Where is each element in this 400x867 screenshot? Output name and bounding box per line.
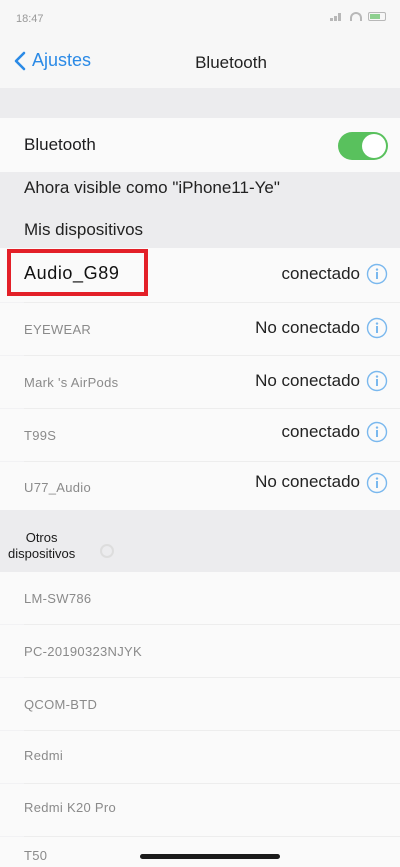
info-icon[interactable] bbox=[366, 317, 388, 339]
list-item[interactable]: PC-20190323NJYK bbox=[0, 625, 400, 677]
device-row[interactable]: Mark 's AirPods No conectado bbox=[0, 356, 400, 408]
wifi-icon bbox=[350, 12, 362, 21]
nav-bar: Ajustes Bluetooth bbox=[0, 38, 400, 88]
other-device-name: QCOM-BTD bbox=[24, 697, 98, 712]
device-status: conectado bbox=[281, 264, 360, 283]
section-gap bbox=[0, 88, 400, 118]
other-device-name: T50 bbox=[24, 848, 48, 863]
device-name: EYEWEAR bbox=[24, 322, 92, 337]
visibility-text: Ahora visible como "iPhone11-Ye" bbox=[24, 178, 280, 197]
device-name: Mark 's AirPods bbox=[24, 375, 119, 390]
spinner-icon bbox=[100, 544, 114, 558]
device-status: No conectado bbox=[255, 472, 360, 491]
bluetooth-label: Bluetooth bbox=[24, 135, 96, 154]
other-device-name: LM-SW786 bbox=[24, 591, 92, 606]
bluetooth-toggle-row: Bluetooth bbox=[0, 118, 400, 172]
other-device-name: Redmi K20 Pro bbox=[24, 800, 117, 815]
toggle-knob bbox=[362, 134, 386, 158]
info-icon[interactable] bbox=[366, 421, 388, 443]
list-item[interactable]: QCOM-BTD bbox=[0, 678, 400, 730]
list-item[interactable]: Redmi bbox=[0, 731, 400, 783]
other-devices-title: Otros dispositivos bbox=[8, 530, 75, 562]
my-devices-header: Mis dispositivos bbox=[0, 204, 400, 248]
device-status: No conectado bbox=[255, 371, 360, 390]
highlight-box bbox=[7, 249, 148, 296]
info-icon[interactable] bbox=[366, 370, 388, 392]
device-name: U77_Audio bbox=[24, 480, 92, 495]
list-item[interactable]: T50 bbox=[0, 837, 400, 867]
info-icon[interactable] bbox=[366, 472, 388, 494]
list-item[interactable]: Redmi K20 Pro bbox=[0, 784, 400, 836]
page-title: Bluetooth bbox=[195, 53, 267, 72]
status-icons bbox=[330, 12, 386, 21]
my-devices-title: Mis dispositivos bbox=[24, 220, 144, 239]
other-devices-header: Otros dispositivos bbox=[0, 510, 400, 572]
signal-icon bbox=[330, 12, 344, 21]
home-indicator[interactable] bbox=[140, 854, 280, 859]
info-icon[interactable] bbox=[366, 263, 388, 285]
device-row[interactable]: T99S conectado bbox=[0, 409, 400, 461]
other-device-name: Redmi bbox=[24, 748, 64, 763]
other-devices-title-line1: Otros bbox=[25, 530, 58, 545]
status-bar: 18:47 bbox=[0, 0, 400, 38]
device-name: T99S bbox=[24, 428, 57, 443]
list-item[interactable]: LM-SW786 bbox=[0, 572, 400, 624]
status-time: 18:47 bbox=[16, 13, 44, 25]
visibility-banner: Ahora visible como "iPhone11-Ye" bbox=[0, 172, 400, 204]
battery-icon bbox=[368, 12, 386, 21]
device-row[interactable]: EYEWEAR No conectado bbox=[0, 303, 400, 355]
device-status: conectado bbox=[281, 422, 360, 441]
other-device-name: PC-20190323NJYK bbox=[24, 644, 142, 659]
other-devices-title-line2: dispositivos bbox=[8, 546, 76, 561]
device-row[interactable]: U77_Audio No conectado bbox=[0, 462, 400, 510]
device-status: No conectado bbox=[255, 318, 360, 337]
bluetooth-toggle[interactable] bbox=[338, 132, 388, 160]
